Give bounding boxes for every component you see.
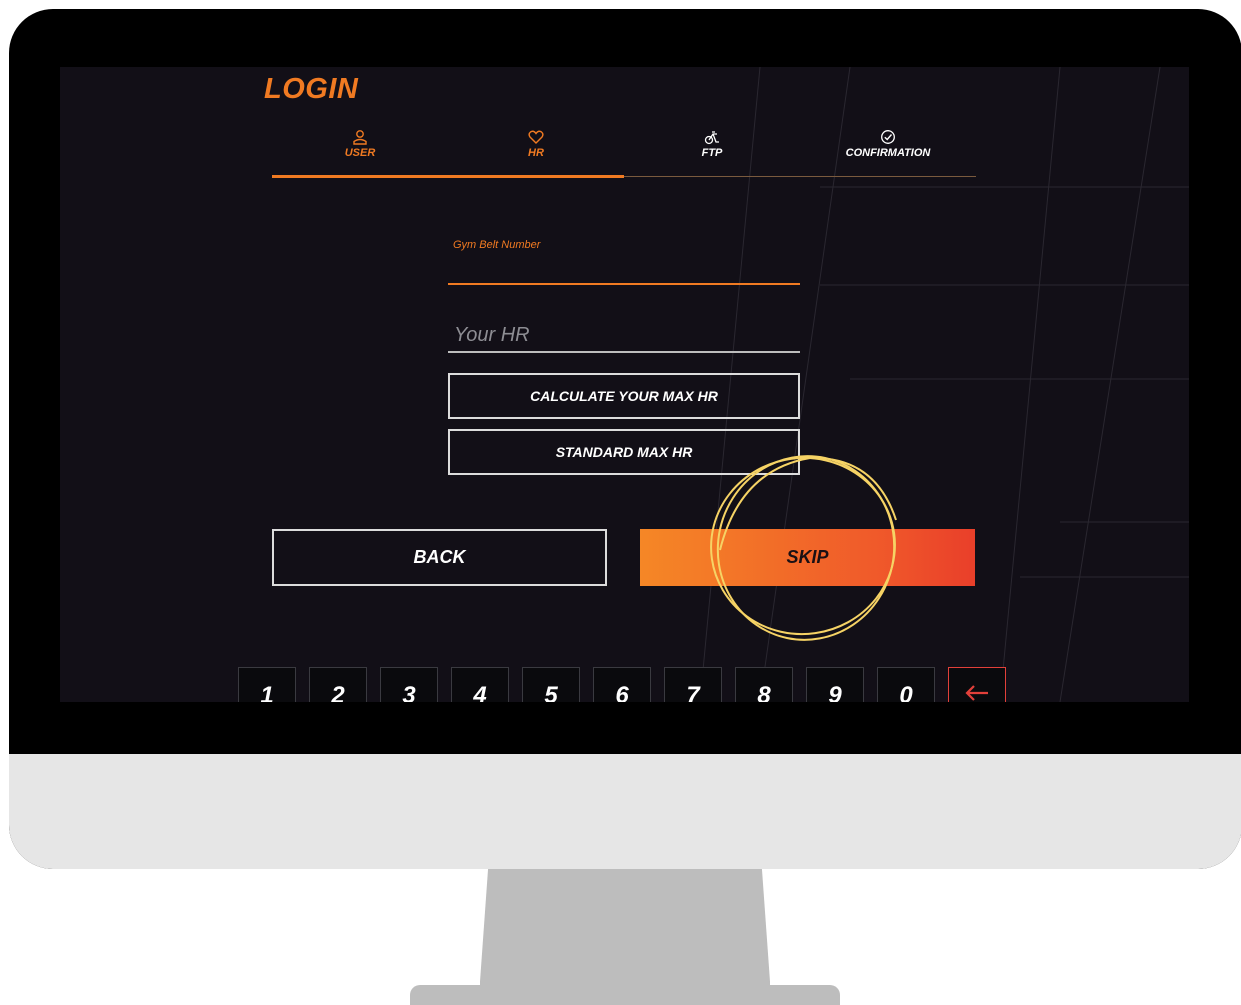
backspace-key[interactable] xyxy=(948,667,1006,702)
user-icon xyxy=(353,130,367,145)
gym-belt-input[interactable] xyxy=(448,257,800,285)
arrow-left-icon xyxy=(965,685,988,701)
tab-ftp[interactable]: FTP xyxy=(624,121,800,177)
key-3[interactable]: 3 xyxy=(380,667,438,702)
key-6[interactable]: 6 xyxy=(593,667,651,702)
hr-input[interactable] xyxy=(448,319,800,353)
tab-label: HR xyxy=(528,147,544,159)
tab-label: FTP xyxy=(701,147,723,159)
calculate-max-hr-button[interactable]: CALCULATE YOUR MAX HR xyxy=(448,373,800,419)
highlight-circle-annotation xyxy=(710,455,897,641)
key-5[interactable]: 5 xyxy=(522,667,580,702)
key-9[interactable]: 9 xyxy=(806,667,864,702)
heart-icon xyxy=(528,130,544,144)
page-title: LOGIN xyxy=(264,73,359,105)
back-button[interactable]: BACK xyxy=(272,529,607,586)
check-circle-icon xyxy=(881,130,895,144)
tab-hr[interactable]: HR xyxy=(448,121,624,177)
key-0[interactable]: 0 xyxy=(877,667,935,702)
tab-confirmation[interactable]: CONFIRMATION xyxy=(800,121,976,177)
monitor-stand xyxy=(480,860,770,998)
tab-label: CONFIRMATION xyxy=(845,147,931,159)
step-tabs: USER HR FTP CONFIRMATION xyxy=(272,121,976,179)
key-1[interactable]: 1 xyxy=(238,667,296,702)
key-8[interactable]: 8 xyxy=(735,667,793,702)
tab-user[interactable]: USER xyxy=(272,121,448,177)
monitor-stand-base xyxy=(410,985,840,1005)
bike-icon xyxy=(704,131,719,145)
steps-progress-bar xyxy=(272,175,624,178)
key-4[interactable]: 4 xyxy=(451,667,509,702)
key-2[interactable]: 2 xyxy=(309,667,367,702)
gym-belt-label: Gym Belt Number xyxy=(453,239,541,251)
monitor-chin xyxy=(9,754,1241,869)
app-screen: LOGIN USER HR FTP CONFIRMATION Gym Belt … xyxy=(60,67,1189,702)
tab-label: USER xyxy=(344,147,376,159)
key-7[interactable]: 7 xyxy=(664,667,722,702)
monitor-frame: LOGIN USER HR FTP CONFIRMATION Gym Belt … xyxy=(9,9,1241,869)
